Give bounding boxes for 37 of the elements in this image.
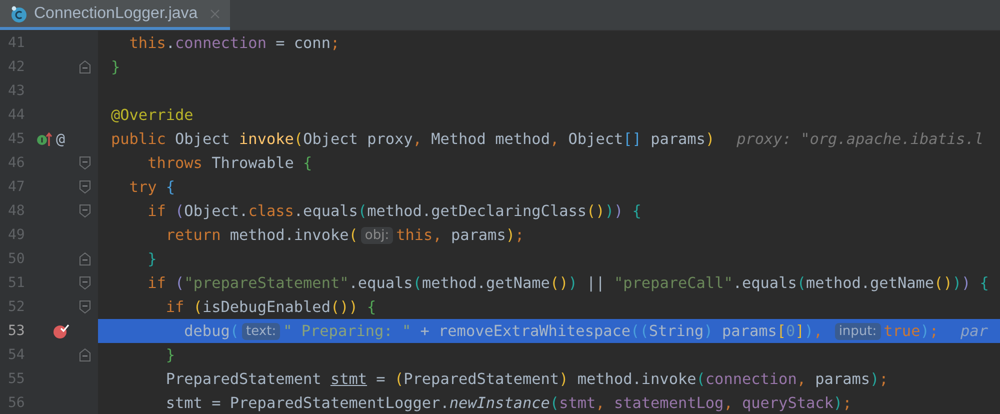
fold-marker-icon[interactable] bbox=[79, 60, 91, 74]
implements-icon[interactable] bbox=[36, 131, 52, 147]
line-number: 53 bbox=[7, 323, 26, 339]
code-text: this, params); bbox=[396, 226, 524, 244]
code-text: public Object invoke(Object proxy, Method method, Object[] params) bbox=[111, 130, 715, 148]
fold-marker-icon[interactable] bbox=[79, 348, 91, 362]
code-text: this.connection = conn; bbox=[128, 34, 340, 52]
code-text: if (isDebugEnabled()) { bbox=[164, 298, 376, 316]
inlay-hint: input: bbox=[834, 322, 881, 340]
fold-marker-icon[interactable] bbox=[79, 252, 91, 266]
inline-value-hint: par bbox=[960, 322, 988, 340]
code-text: throws Throwable { bbox=[146, 154, 312, 172]
fold-marker-icon[interactable] bbox=[79, 156, 91, 170]
inline-value-hint: proxy: "org.apache.ibatis.l bbox=[736, 130, 984, 148]
fold-marker-icon[interactable] bbox=[79, 180, 91, 194]
file-tab[interactable]: ConnectionLogger.java bbox=[0, 0, 230, 30]
fold-marker-icon[interactable] bbox=[79, 276, 91, 290]
code-text: if ("prepareStatement".equals(method.getName()) || "prepareCall".equals(method.getName())) { bbox=[146, 274, 989, 292]
inlay-hint: obj: bbox=[360, 226, 394, 244]
breakpoint-icon[interactable] bbox=[52, 323, 70, 339]
code-text: stmt = PreparedStatementLogger.newInstance(stmt, statementLog, queryStack); bbox=[164, 394, 852, 412]
code-text: true); bbox=[884, 322, 939, 340]
inlay-hint: text: bbox=[242, 322, 280, 340]
annotation-marker[interactable]: @ bbox=[56, 130, 66, 148]
code-text: return method.invoke( bbox=[164, 226, 358, 244]
fold-marker-icon[interactable] bbox=[79, 300, 91, 314]
code-text: } bbox=[146, 250, 157, 268]
code-text: } bbox=[111, 58, 120, 76]
code-text: @Override bbox=[111, 106, 194, 124]
code-text: if (Object.class.equals(method.getDeclaringClass())) { bbox=[146, 202, 642, 220]
code-text: } bbox=[164, 346, 176, 364]
fold-marker-icon[interactable] bbox=[79, 204, 91, 218]
code-text: " Preparing: " + removeExtraWhitespace((String) params[0]), bbox=[283, 322, 824, 340]
code-text: try { bbox=[128, 178, 176, 196]
code-text: PreparedStatement stmt = (PreparedStatement) method.invoke(connection, params); bbox=[164, 370, 888, 388]
code-text: debug( bbox=[183, 322, 240, 340]
class-file-icon bbox=[10, 4, 28, 22]
